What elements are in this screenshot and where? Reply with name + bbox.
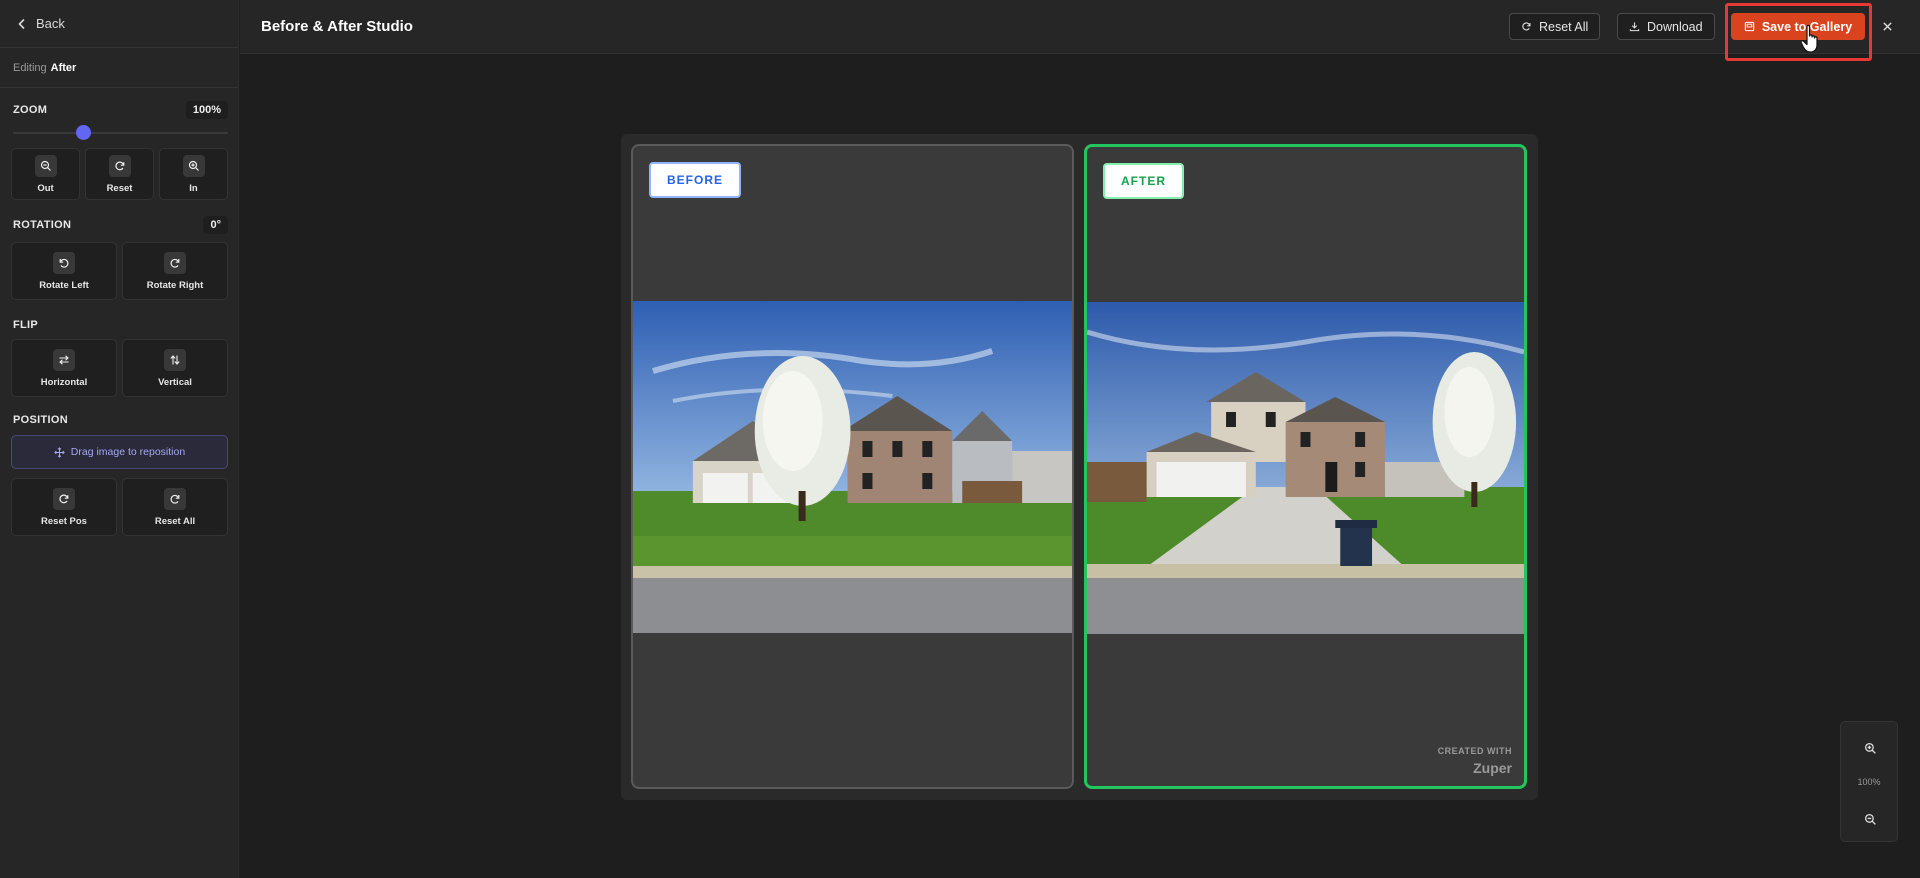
rotation-heading: ROTATION <box>13 219 72 231</box>
zoom-in-icon <box>1864 742 1876 754</box>
rotate-right-icon <box>170 494 180 504</box>
flip-vertical-button[interactable]: Vertical <box>122 339 228 397</box>
back-button[interactable]: Back <box>0 0 238 48</box>
zoom-out-icon <box>40 160 51 171</box>
zoom-heading: ZOOM <box>13 104 48 116</box>
reset-position-label: Reset Pos <box>41 515 87 527</box>
zoom-out-icon <box>1864 813 1876 825</box>
app-root: Back Editing After ZOOM 100% Out Reset I… <box>0 0 1920 878</box>
chevron-left-icon <box>18 18 25 29</box>
floating-zoom-out-button[interactable] <box>1860 809 1880 829</box>
after-house-image <box>1087 302 1524 634</box>
before-panel[interactable]: BEFORE <box>631 144 1074 789</box>
save-to-gallery-button[interactable]: Save to Gallery <box>1731 13 1865 40</box>
refresh-icon <box>59 494 69 503</box>
close-icon <box>1882 21 1892 31</box>
flip-horizontal-button[interactable]: Horizontal <box>11 339 117 397</box>
watermark-brand: Zuper <box>1473 760 1512 776</box>
editing-indicator: Editing After <box>0 48 238 88</box>
watermark: CREATED WITH Zuper <box>1438 746 1512 776</box>
download-icon <box>1629 22 1640 32</box>
download-button[interactable]: Download <box>1617 13 1715 40</box>
rotate-right-label: Rotate Right <box>146 279 204 291</box>
zoom-reset-button[interactable]: Reset <box>85 148 154 200</box>
before-photo[interactable] <box>633 301 1072 633</box>
flip-heading: FLIP <box>13 319 39 331</box>
drag-hint-label: Drag image to reposition <box>70 446 186 458</box>
rotation-value: 0° <box>203 216 228 234</box>
sidebar-reset-all-label: Reset All <box>154 515 196 527</box>
before-tag: BEFORE <box>649 162 742 198</box>
zoom-in-label: In <box>189 182 198 194</box>
sidebar-reset-all-button[interactable]: Reset All <box>122 478 228 536</box>
save-icon <box>1744 21 1755 32</box>
reset-all-button[interactable]: Reset All <box>1509 13 1601 40</box>
download-label: Download <box>1647 19 1703 34</box>
after-tag: AFTER <box>1103 163 1184 199</box>
zoom-value: 100% <box>185 101 228 119</box>
zoom-reset-label: Reset <box>106 182 133 194</box>
flip-horizontal-label: Horizontal <box>40 376 88 388</box>
after-photo[interactable] <box>1087 302 1524 634</box>
back-label: Back <box>36 16 65 31</box>
refresh-icon <box>1522 22 1531 31</box>
floating-zoom-control: 100% <box>1840 721 1898 842</box>
refresh-icon <box>114 161 124 170</box>
page-title: Before & After Studio <box>261 18 413 35</box>
zoom-out-button[interactable]: Out <box>11 148 80 200</box>
rotate-left-button[interactable]: Rotate Left <box>11 242 117 300</box>
close-button[interactable] <box>1878 17 1896 35</box>
after-panel[interactable]: AFTER CREATED WITH Zuper <box>1084 144 1527 789</box>
flip-horizontal-icon <box>59 354 69 365</box>
position-heading: POSITION <box>13 414 68 426</box>
rotate-right-button[interactable]: Rotate Right <box>122 242 228 300</box>
zoom-in-button[interactable]: In <box>159 148 228 200</box>
floating-zoom-in-button[interactable] <box>1860 738 1880 758</box>
zoom-slider-track[interactable] <box>13 132 228 134</box>
drag-reposition-area[interactable]: Drag image to reposition <box>11 435 228 469</box>
floating-zoom-value: 100% <box>1857 777 1881 787</box>
flip-vertical-icon <box>170 354 180 365</box>
rotate-right-icon <box>170 258 180 268</box>
zoom-in-icon <box>188 160 199 171</box>
flip-vertical-label: Vertical <box>158 376 192 388</box>
save-to-gallery-label: Save to Gallery <box>1761 19 1853 34</box>
editing-target: After <box>50 61 77 74</box>
before-house-image <box>633 301 1072 633</box>
editing-prefix: Editing <box>13 61 47 74</box>
zoom-out-label: Out <box>37 182 54 194</box>
watermark-line1: CREATED WITH <box>1437 746 1512 756</box>
move-icon <box>54 446 65 458</box>
reset-all-label: Reset All <box>1539 19 1589 34</box>
reset-position-button[interactable]: Reset Pos <box>11 478 117 536</box>
zoom-slider-thumb[interactable] <box>76 125 92 140</box>
editor-sidebar: Back Editing After ZOOM 100% Out Reset I… <box>0 0 239 878</box>
comparison-stage: BEFORE AFTER CREATED WITH Zuper <box>621 134 1538 800</box>
rotate-left-icon <box>59 258 69 268</box>
rotate-left-label: Rotate Left <box>39 279 89 291</box>
